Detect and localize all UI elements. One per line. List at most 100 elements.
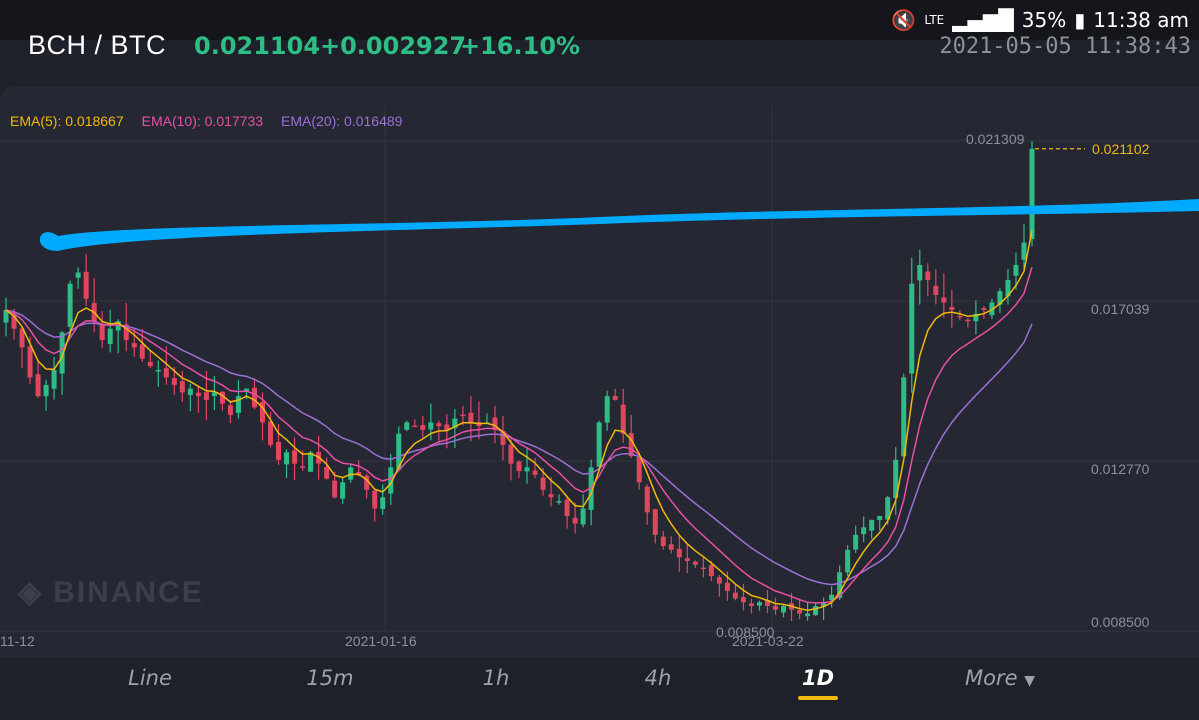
candle-body (660, 536, 666, 547)
candle-body (781, 606, 787, 613)
timestamp: 2021-05-05 11:38:43 (939, 34, 1191, 59)
candle-body (877, 516, 883, 521)
candle-body (933, 285, 939, 295)
candle-body (155, 369, 161, 372)
candle-body (612, 396, 618, 400)
candle-body (676, 548, 682, 558)
current-price-label: 0.021102 (1092, 141, 1150, 157)
ema20-line (5, 309, 1033, 586)
candle-body (412, 425, 418, 428)
tab-line[interactable]: Line (128, 666, 172, 690)
candle-body (700, 567, 706, 570)
candle-body (284, 452, 290, 465)
candle-body (564, 499, 570, 517)
candle-body (51, 369, 57, 389)
candle-body (1029, 148, 1035, 240)
candle-body (131, 343, 137, 348)
candle-body (324, 466, 330, 479)
candle-body (163, 368, 169, 378)
candle-body (692, 561, 698, 565)
candle-body (227, 405, 233, 415)
candle-body (981, 308, 987, 310)
candle-body (869, 519, 875, 531)
candle-body (813, 606, 819, 616)
candle-body (556, 501, 562, 503)
candle-body (179, 381, 185, 393)
candle-body (147, 361, 153, 367)
candle-body (580, 508, 586, 525)
candle-body (107, 328, 113, 345)
candle-body (508, 444, 514, 464)
candle-body (251, 387, 257, 408)
tab-4h[interactable]: 4h (645, 666, 672, 690)
candle-body (340, 482, 346, 499)
candle-body (428, 422, 434, 430)
candle-body (941, 297, 947, 303)
y-tick-label: 0.008500 (1091, 614, 1150, 630)
candle-body (756, 602, 762, 606)
ema5-label: EMA(5): 0.018667 (10, 113, 124, 129)
candle-body (957, 316, 963, 318)
candle-body (628, 433, 634, 457)
candle-body (67, 283, 73, 327)
candle-body (404, 422, 410, 430)
candle-body (540, 477, 546, 490)
candle-body (604, 396, 610, 423)
candle-body (572, 517, 578, 524)
candle-body (332, 480, 338, 498)
candle-body (652, 509, 658, 535)
chevron-down-icon: ▼ (1024, 673, 1035, 689)
candle-body (716, 577, 722, 584)
candle-body (276, 441, 282, 460)
ema10-label: EMA(10): 0.017733 (141, 113, 264, 129)
candle-body (139, 344, 145, 359)
x-tick-label: 2021-03-22 (732, 633, 804, 649)
candle-body (797, 610, 803, 614)
candle-body (909, 283, 915, 374)
candle-body (468, 412, 474, 423)
candle-body (420, 425, 426, 430)
candle-body (195, 392, 201, 397)
candle-body (532, 470, 538, 475)
candle-body (732, 592, 738, 599)
candle-body (187, 388, 193, 395)
candle-body (805, 613, 811, 617)
candle-body (949, 307, 955, 310)
high-label: 0.021309 (966, 131, 1025, 147)
ema10-line (5, 266, 1033, 604)
candlestick-chart[interactable]: 0.021102 0.021309 0.008500 0.017039 0.012770… (0, 86, 1199, 658)
tab-1h[interactable]: 1h (483, 666, 510, 690)
trading-pair[interactable]: BCH / BTC (28, 30, 166, 61)
tab-more-label: More (965, 666, 1018, 690)
candle-body (372, 490, 378, 509)
candle-body (748, 603, 754, 607)
candle-body (83, 271, 89, 299)
ema-legend: EMA(5): 0.018667 EMA(10): 0.017733 EMA(2… (10, 113, 402, 129)
last-price: 0.021104 (194, 32, 321, 60)
tab-1d[interactable]: 1D (802, 666, 834, 690)
candle-body (308, 452, 314, 472)
y-tick-label: 0.012770 (1091, 461, 1150, 477)
candle-body (684, 558, 690, 562)
candle-body (171, 378, 177, 385)
candle-body (268, 421, 274, 445)
candle-body (43, 384, 49, 397)
candle-body (99, 324, 105, 340)
candle-body (620, 404, 626, 434)
candle-body (203, 392, 209, 400)
candle-body (724, 582, 730, 592)
candle-body (436, 423, 442, 427)
candle-body (75, 272, 81, 278)
tab-more[interactable]: More ▼ (965, 666, 1035, 690)
x-tick-label: 2021-01-16 (345, 633, 417, 649)
ticker-header: BCH / BTC 0.021104 +0.002927 +16.10% 202… (0, 28, 1199, 86)
candle-body (516, 461, 522, 472)
candle-body (35, 374, 41, 397)
candle-body (965, 319, 971, 322)
candle-body (27, 346, 33, 378)
candle-body (1021, 242, 1027, 260)
candle-body (300, 466, 306, 468)
candle-body (524, 467, 530, 472)
candle-body (773, 605, 778, 610)
tab-15m[interactable]: 15m (306, 666, 353, 690)
